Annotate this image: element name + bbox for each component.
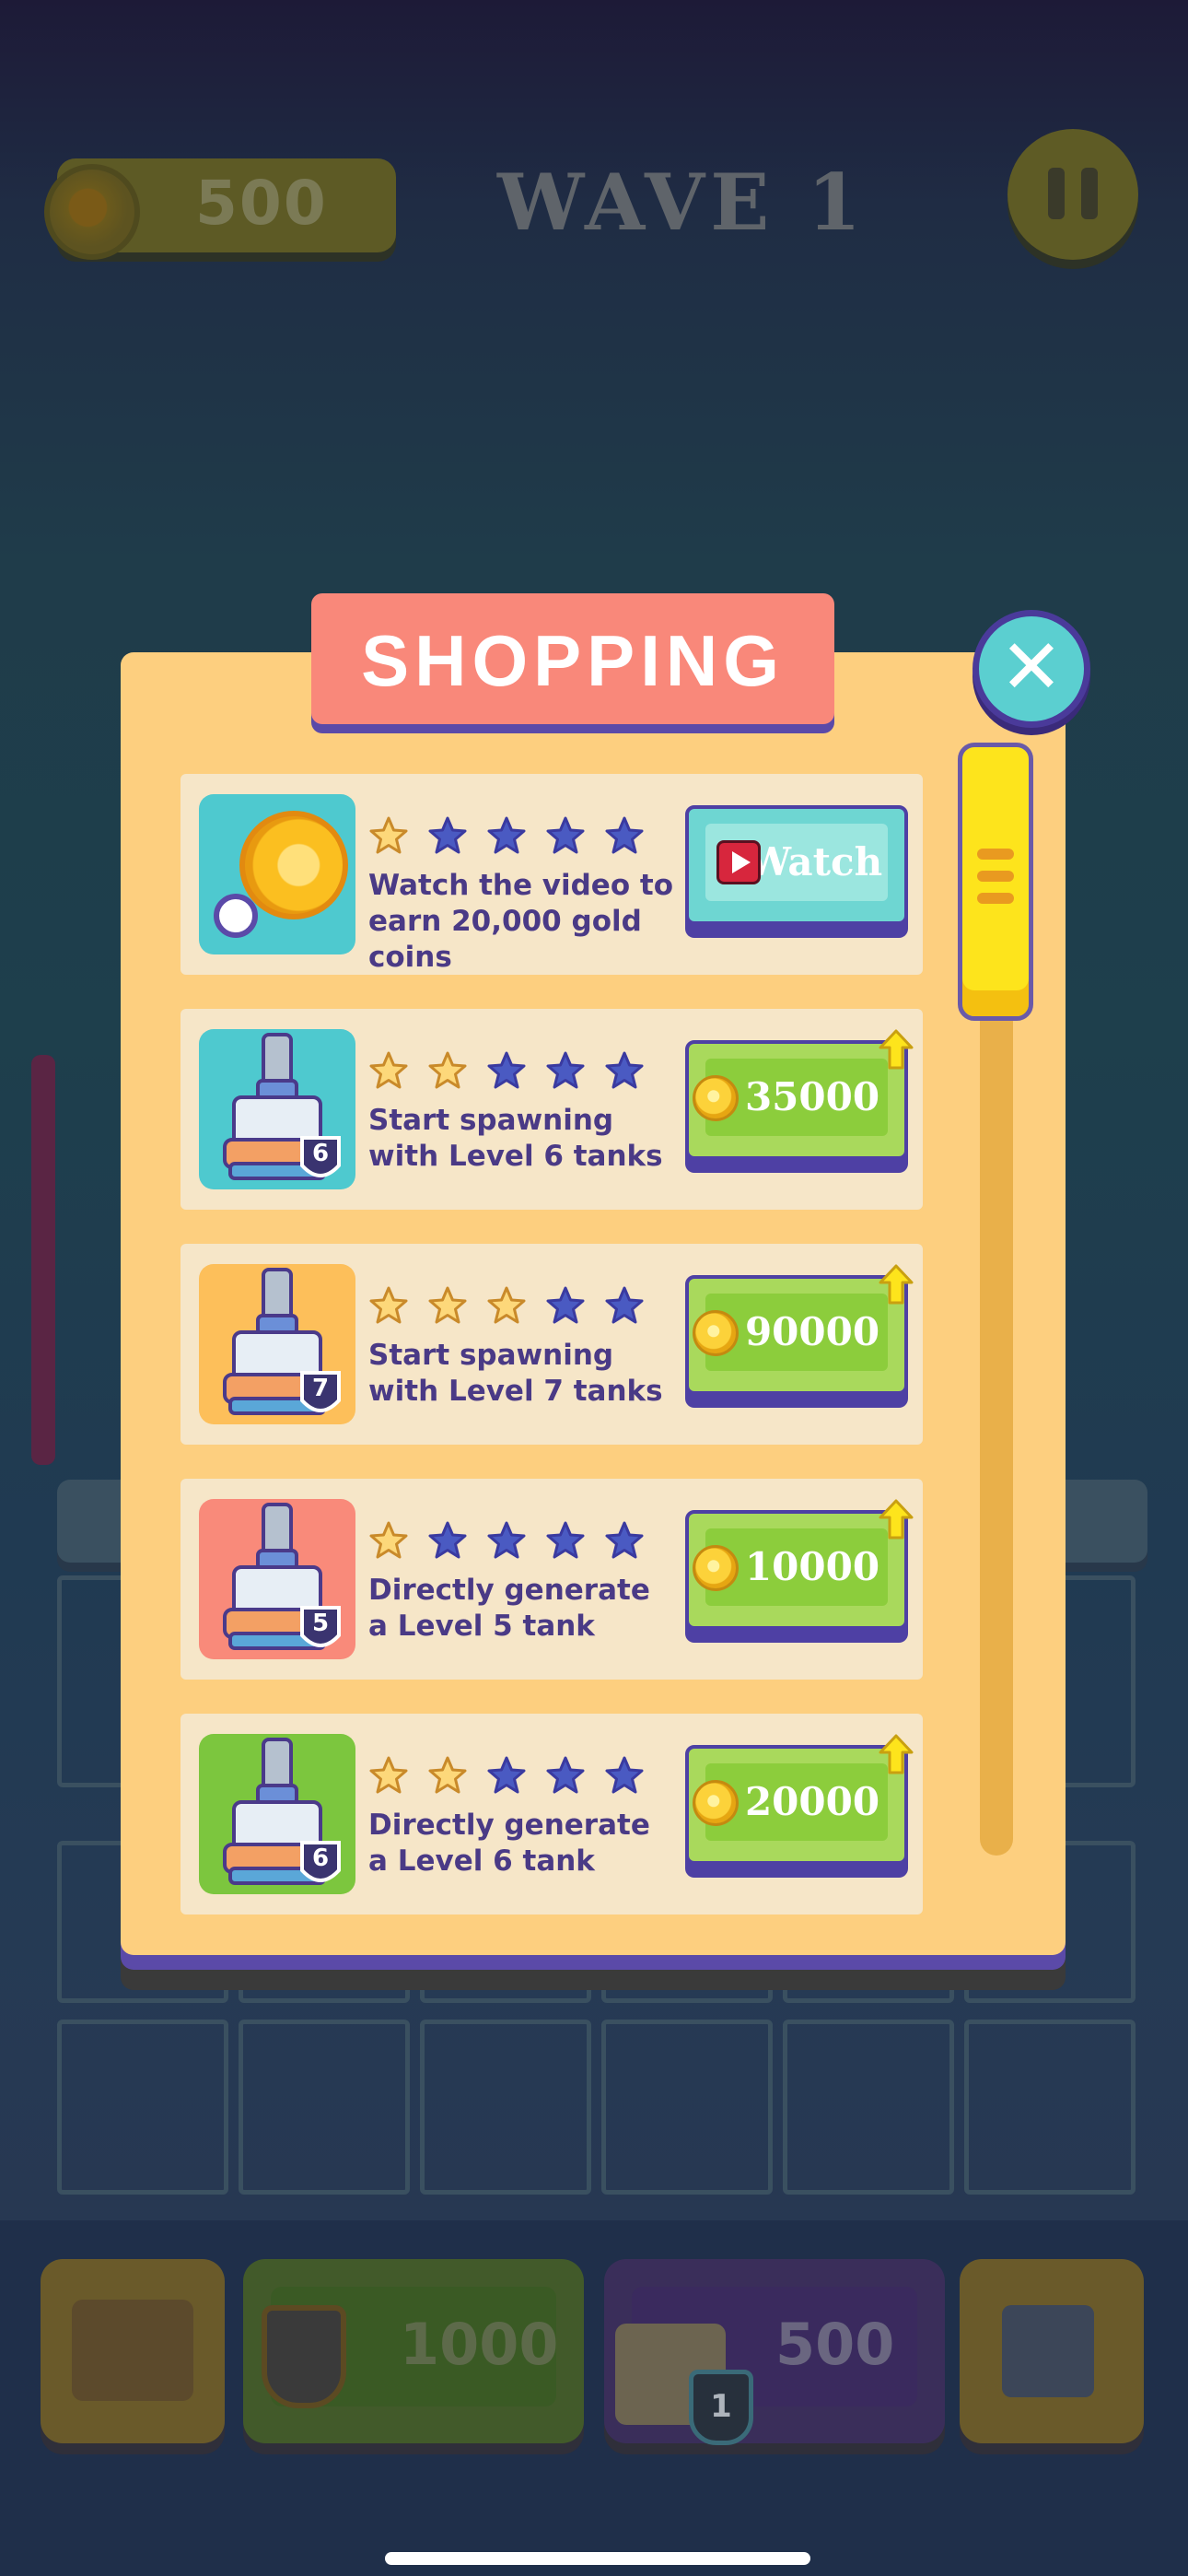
star-filled-icon [369, 1286, 408, 1324]
star-filled-icon [428, 1756, 467, 1794]
upgrade-arrow-icon [879, 1264, 914, 1305]
play-video-icon [716, 840, 761, 884]
star-filled-icon [428, 1286, 467, 1324]
star-filled-icon [487, 1286, 526, 1324]
board-cell[interactable] [420, 2020, 591, 2195]
buy-item-button[interactable]: 90000 [685, 1264, 914, 1402]
tank-thumbnail: 7 [199, 1264, 355, 1424]
shop-title-tab: SHOPPING [311, 593, 834, 724]
star-empty-icon [487, 1521, 526, 1559]
shop-icon [72, 2300, 193, 2401]
buy-item-button[interactable]: 20000 [685, 1734, 914, 1872]
tank-level-badge: 1 [689, 2370, 753, 2445]
spawn-meter [31, 1055, 55, 1465]
star-empty-icon [605, 1051, 644, 1089]
pause-button[interactable] [1007, 129, 1138, 260]
buy-price: 1000 [400, 2311, 559, 2378]
shop-item: 6 Directly generate a Level 6 tank 20000 [181, 1714, 923, 1914]
star-filled-icon [369, 1051, 408, 1089]
star-empty-icon [605, 1286, 644, 1324]
star-empty-icon [546, 1521, 585, 1559]
home-indicator [385, 2552, 810, 2565]
upgrade-arrow-icon [879, 1029, 914, 1070]
item-description: Start spawning with Level 7 tanks [368, 1339, 663, 1408]
star-empty-icon [546, 1756, 585, 1794]
tank-thumbnail: 5 [199, 1499, 355, 1659]
item-description: Directly generate a Level 5 tank [368, 1574, 650, 1643]
pause-icon [1048, 168, 1065, 219]
shield-icon [262, 2305, 346, 2408]
star-empty-icon [546, 1286, 585, 1324]
shop-item: 6 Start spawning with Level 6 tanks 35000 [181, 1009, 923, 1210]
board-cell[interactable] [601, 2020, 773, 2195]
board-cell[interactable] [239, 2020, 410, 2195]
tank-level: 6 [311, 1140, 330, 1167]
star-filled-icon [428, 1051, 467, 1089]
clock-icon [214, 894, 258, 938]
shop-item: Watch the video to earn 20,000 gold coin… [181, 774, 923, 975]
watch-video-button[interactable]: Watch [685, 805, 908, 932]
item-description: Watch the video to earn 20,000 gold coin… [368, 869, 674, 974]
tank-price: 500 [775, 2311, 895, 2378]
wave-label: WAVE 1 [497, 157, 867, 248]
coin-count: 500 [195, 168, 328, 239]
board-cell[interactable] [783, 2020, 954, 2195]
star-empty-icon [428, 816, 467, 854]
coin-icon [693, 1075, 739, 1121]
close-button[interactable]: ✕ [973, 610, 1090, 728]
star-empty-icon [487, 1756, 526, 1794]
shop-item: 7 Start spawning with Level 7 tanks 90000 [181, 1244, 923, 1445]
item-description: Start spawning with Level 6 tanks [368, 1104, 663, 1173]
star-filled-icon [369, 1756, 408, 1794]
star-empty-icon [605, 1521, 644, 1559]
coin-icon [693, 1780, 739, 1826]
star-empty-icon [428, 1521, 467, 1559]
gold-coin-icon [239, 811, 348, 919]
upgrade-arrow-icon [879, 1734, 914, 1774]
shop-title: SHOPPING [361, 620, 785, 701]
coin-icon [693, 1545, 739, 1591]
coin-counter: 500 [44, 158, 396, 260]
star-empty-icon [487, 1051, 526, 1089]
buy-shield-button[interactable]: 1000 [243, 2259, 584, 2443]
tank-level: 7 [311, 1375, 330, 1402]
tank-thumbnail: 6 [199, 1734, 355, 1894]
close-icon: ✕ [999, 624, 1064, 711]
trash-icon [1002, 2305, 1094, 2397]
board-cell[interactable] [57, 2020, 228, 2195]
star-filled-icon [369, 816, 408, 854]
buy-item-button[interactable]: 35000 [685, 1029, 914, 1167]
item-description: Directly generate a Level 6 tank [368, 1809, 650, 1878]
tank-level: 6 [311, 1844, 330, 1872]
coin-icon [693, 1310, 739, 1356]
star-empty-icon [605, 816, 644, 854]
shop-item: 5 Directly generate a Level 5 tank 10000 [181, 1479, 923, 1680]
board-cell[interactable] [964, 2020, 1136, 2195]
star-empty-icon [546, 816, 585, 854]
upgrade-arrow-icon [879, 1499, 914, 1540]
star-empty-icon [487, 816, 526, 854]
star-filled-icon [369, 1521, 408, 1559]
scrollbar-thumb[interactable] [958, 743, 1033, 1021]
trash-button[interactable] [960, 2259, 1144, 2443]
shop-button[interactable] [41, 2259, 225, 2443]
tank-thumbnail: 6 [199, 1029, 355, 1189]
star-empty-icon [605, 1756, 644, 1794]
tank-level: 5 [311, 1610, 330, 1637]
gold-coin-thumbnail [199, 794, 355, 954]
star-empty-icon [546, 1051, 585, 1089]
coin-icon [44, 164, 140, 260]
buy-tank-button[interactable]: 1 500 [604, 2259, 945, 2445]
buy-item-button[interactable]: 10000 [685, 1499, 914, 1637]
